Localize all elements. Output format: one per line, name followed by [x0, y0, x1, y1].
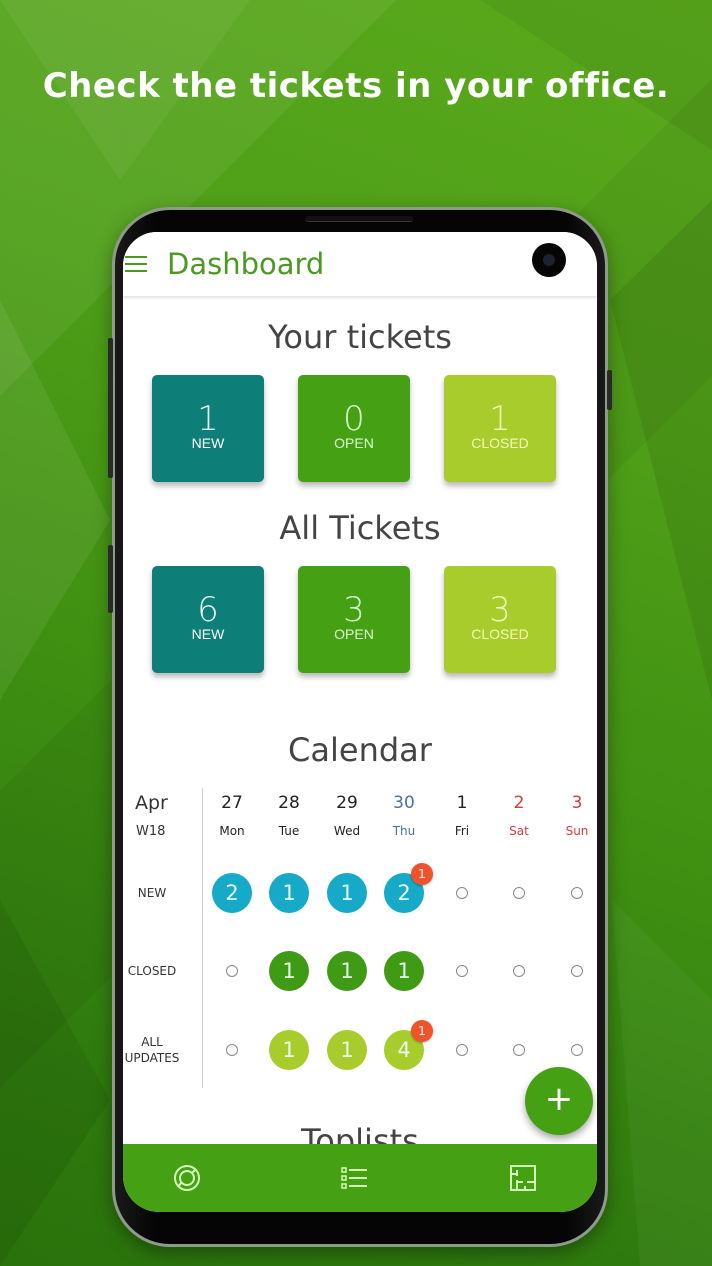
calendar-count-updates[interactable]: 1 — [327, 1030, 367, 1070]
day-name: Fri — [454, 824, 470, 838]
calendar-week: W18 — [136, 824, 166, 839]
day-number: 2 — [513, 793, 525, 813]
promo-headline: Check the tickets in your office. — [42, 66, 670, 106]
your-tickets-title: Your tickets — [268, 318, 452, 356]
tile-label: NEW — [191, 435, 225, 451]
tile-count: 1 — [489, 399, 511, 439]
calendar-month: Apr — [135, 792, 168, 814]
add-ticket-button[interactable]: + — [525, 1067, 593, 1135]
page-title: Dashboard — [167, 247, 325, 281]
calendar-empty-cell[interactable] — [571, 965, 583, 977]
tile-label: NEW — [191, 626, 225, 642]
day-name: Thu — [392, 824, 416, 838]
hamburger-menu-icon[interactable] — [125, 256, 149, 274]
tile-count: 1 — [197, 399, 219, 439]
bottom-navigation — [123, 1144, 597, 1212]
calendar-count-closed[interactable]: 1 — [327, 951, 367, 991]
calendar-empty-cell[interactable] — [226, 965, 238, 977]
calendar-empty-cell[interactable] — [513, 965, 525, 977]
tile-count: 3 — [489, 590, 511, 630]
tile-label: OPEN — [334, 626, 374, 642]
plus-icon: + — [544, 1079, 574, 1119]
calendar-count-closed[interactable]: 1 — [384, 951, 424, 991]
day-number: 28 — [278, 793, 300, 813]
day-number: 30 — [393, 793, 415, 813]
tile-count: 6 — [197, 590, 219, 630]
calendar-empty-cell[interactable] — [571, 887, 583, 899]
day-name: Wed — [333, 824, 361, 838]
app-bar: Dashboard — [123, 232, 597, 296]
your-tickets-new-tile[interactable]: 1 NEW — [152, 375, 264, 482]
tile-label: CLOSED — [471, 626, 529, 642]
day-number: 1 — [456, 793, 468, 813]
calendar-count-new[interactable]: 2 — [212, 873, 252, 913]
notification-badge: 1 — [411, 1020, 433, 1042]
phone-power-button — [607, 370, 612, 410]
calendar-count-updates[interactable]: 1 — [269, 1030, 309, 1070]
nav-tickets-list[interactable] — [339, 1162, 371, 1194]
calendar-row-label: NEW — [137, 886, 167, 900]
calendar-row-label: ALL UPDATES — [124, 1035, 180, 1065]
calendar-empty-cell[interactable] — [513, 1044, 525, 1056]
calendar-row-label: CLOSED — [127, 964, 177, 978]
calendar-empty-cell[interactable] — [456, 1044, 468, 1056]
notification-badge: 1 — [411, 863, 433, 885]
tile-count: 3 — [343, 590, 365, 630]
floor-plan-icon — [510, 1165, 536, 1191]
nav-floor-plan[interactable] — [507, 1162, 539, 1194]
calendar-title: Calendar — [288, 731, 432, 769]
calendar-empty-cell[interactable] — [456, 965, 468, 977]
calendar-empty-cell[interactable] — [226, 1044, 238, 1056]
day-name: Sat — [509, 824, 529, 838]
front-camera — [532, 243, 566, 277]
day-name: Sun — [565, 824, 589, 838]
calendar-count-new[interactable]: 1 — [327, 873, 367, 913]
tile-label: CLOSED — [471, 435, 529, 451]
day-name: Mon — [219, 824, 245, 838]
all-tickets-closed-tile[interactable]: 3 CLOSED — [444, 566, 556, 673]
all-tickets-open-tile[interactable]: 3 OPEN — [298, 566, 410, 673]
your-tickets-closed-tile[interactable]: 1 CLOSED — [444, 375, 556, 482]
phone-speaker — [305, 216, 413, 222]
nav-dashboard[interactable] — [171, 1162, 203, 1194]
all-tickets-new-tile[interactable]: 6 NEW — [152, 566, 264, 673]
tile-count: 0 — [343, 399, 365, 439]
calendar-grid: Apr W18 27 Mon 28 Tue 29 Wed 30 Thu 1 Fri 2 Sat 3 Sun… — [123, 780, 597, 1100]
day-number: 27 — [221, 793, 243, 813]
your-tickets-open-tile[interactable]: 0 OPEN — [298, 375, 410, 482]
calendar-empty-cell[interactable] — [456, 887, 468, 899]
calendar-empty-cell[interactable] — [571, 1044, 583, 1056]
tile-label: OPEN — [334, 435, 374, 451]
phone-volume-button — [108, 338, 113, 478]
day-number: 3 — [571, 793, 583, 813]
calendar-count-new[interactable]: 1 — [269, 873, 309, 913]
day-number: 29 — [336, 793, 358, 813]
app-screen: Dashboard Your tickets 1 NEW 0 OPEN 1 CL… — [123, 232, 597, 1212]
day-name: Tue — [278, 824, 300, 838]
list-icon — [341, 1167, 367, 1189]
all-tickets-title: All Tickets — [279, 509, 441, 547]
donut-chart-icon — [174, 1165, 200, 1191]
phone-bixby-button — [108, 545, 113, 613]
calendar-count-closed[interactable]: 1 — [269, 951, 309, 991]
calendar-empty-cell[interactable] — [513, 887, 525, 899]
